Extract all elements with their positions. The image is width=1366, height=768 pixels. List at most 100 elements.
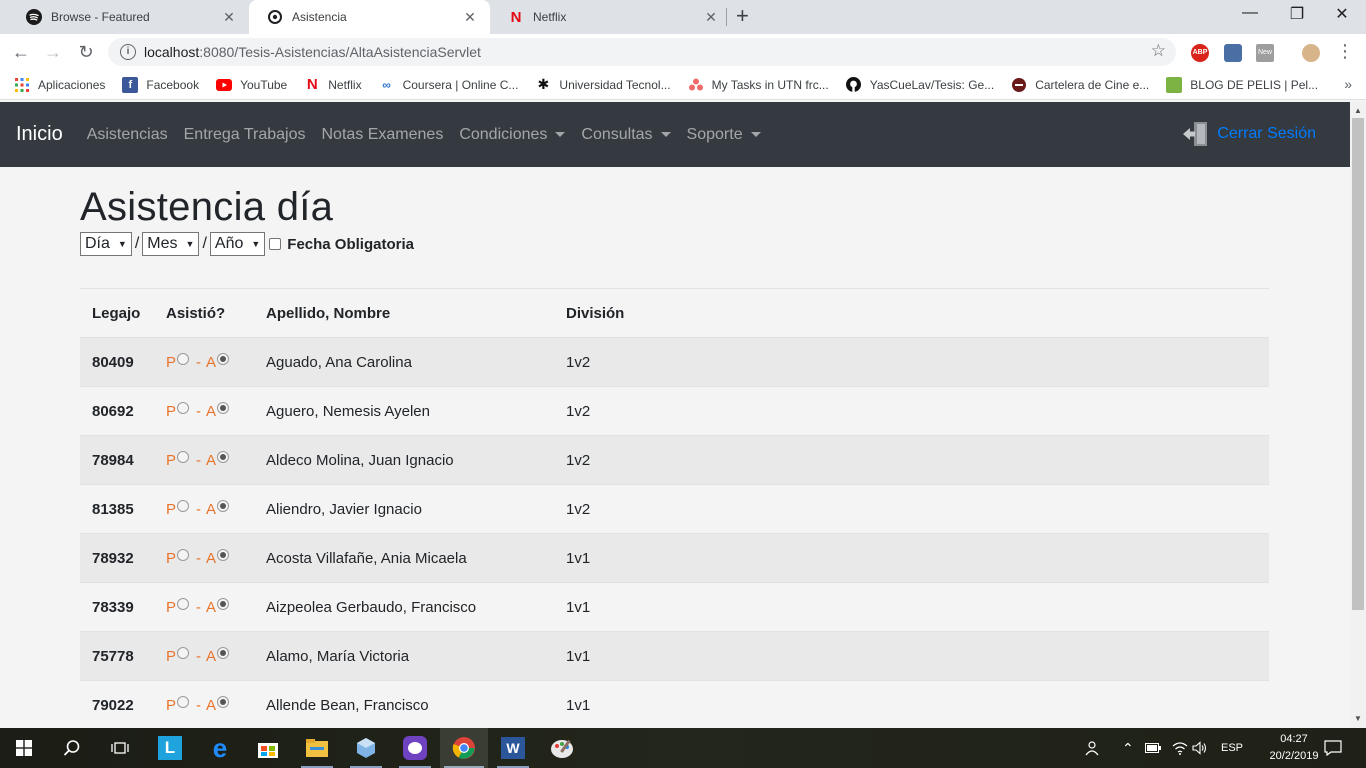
close-tab-icon[interactable]: ✕ [703, 9, 719, 26]
nav-consultas-dropdown[interactable]: Consultas [581, 126, 671, 144]
volume-icon[interactable] [1192, 728, 1208, 768]
info-icon[interactable]: i [120, 44, 136, 60]
year-select[interactable]: Año ▼ [209, 232, 266, 256]
browser-menu-icon[interactable]: ⋮ [1336, 42, 1354, 60]
dropdown-arrow-icon: ▼ [251, 239, 261, 249]
more-bookmarks-icon[interactable]: » [1344, 76, 1352, 92]
navbar-brand[interactable]: Inicio [16, 123, 63, 146]
table-row: 78932 P - A Acosta Villafañe, Ania Micaela 1v… [80, 534, 1269, 583]
address-bar[interactable]: i localhost:8080/Tesis-Asistencias/AltaA… [108, 38, 1176, 66]
fecha-obligatoria-label: Fecha Obligatoria [287, 235, 414, 253]
fecha-obligatoria-checkbox[interactable] [269, 238, 282, 250]
tab-netflix[interactable]: N Netflix ✕ [490, 0, 731, 34]
bookmark-star-icon[interactable]: ☆ [1151, 41, 1166, 61]
notifications-icon[interactable] [1324, 728, 1342, 768]
present-radio[interactable] [177, 500, 190, 512]
logout-link[interactable]: Cerrar Sesión [1181, 120, 1316, 148]
github-desktop-icon[interactable] [391, 728, 439, 768]
adblock-plus-icon[interactable]: ABP [1191, 44, 1209, 62]
tray-chevron-icon[interactable]: ⌃ [1122, 728, 1134, 768]
tab-browse-featured[interactable]: Browse - Featured ✕ [8, 0, 249, 34]
nav-entrega-trabajos[interactable]: Entrega Trabajos [184, 126, 306, 144]
present-radio[interactable] [177, 647, 190, 659]
bookmark-github[interactable]: YasCueLav/Tesis: Ge... [846, 77, 994, 93]
tab-asistencia[interactable]: Asistencia ✕ [249, 0, 490, 34]
absent-radio[interactable] [217, 451, 230, 463]
bookmark-netflix[interactable]: N Netflix [304, 76, 362, 93]
store-icon[interactable] [244, 728, 292, 768]
page-scrollbar[interactable]: ▲ ▼ [1350, 102, 1366, 728]
present-radio[interactable] [177, 402, 190, 414]
windows-start-icon[interactable] [0, 728, 48, 768]
present-radio[interactable] [177, 549, 190, 561]
scroll-up-icon[interactable]: ▲ [1354, 106, 1362, 115]
nav-label: Notas Examenes [321, 125, 444, 143]
close-tab-icon[interactable]: ✕ [221, 9, 237, 26]
bookmark-utn[interactable]: ✱ Universidad Tecnol... [535, 76, 671, 93]
search-icon[interactable] [48, 728, 96, 768]
division-cell: 1v1 [566, 696, 591, 714]
absent-radio[interactable] [217, 696, 230, 708]
launcher-l-icon[interactable]: L [146, 728, 194, 768]
bookmark-aplicaciones[interactable]: Aplicaciones [14, 77, 105, 93]
table-body: 80409 P - A Aguado, Ana Carolina 1v2 80692 P - A A… [80, 338, 1269, 728]
scroll-thumb[interactable] [1352, 118, 1364, 610]
asistio-cell: P -A [166, 598, 266, 616]
nombre-cell: Aliendro, Javier Ignacio [266, 500, 422, 518]
language-indicator[interactable]: ESP [1221, 728, 1243, 768]
absent-radio[interactable] [217, 402, 230, 414]
bookmark-facebook[interactable]: f Facebook [122, 76, 199, 93]
bookmark-youtube[interactable]: YouTube [216, 77, 287, 93]
back-arrow-icon[interactable]: ← [10, 41, 32, 63]
scroll-down-icon[interactable]: ▼ [1354, 714, 1362, 723]
profile-avatar-icon[interactable] [1302, 44, 1320, 62]
edge-icon[interactable]: e [196, 728, 244, 768]
clock[interactable]: 04:27 20/2/2019 [1262, 731, 1326, 765]
forward-arrow-icon[interactable]: → [42, 41, 64, 63]
present-radio[interactable] [177, 353, 190, 365]
nombre-cell: Aizpeolea Gerbaudo, Francisco [266, 598, 477, 616]
close-tab-icon[interactable]: ✕ [462, 9, 478, 26]
bookmark-blog-pelis[interactable]: BLOG DE PELIS | Pel... [1166, 76, 1318, 93]
radio-separator: - [196, 696, 202, 714]
paint-icon[interactable] [538, 728, 586, 768]
word-icon[interactable]: W [489, 728, 537, 768]
day-select[interactable]: Día ▼ [80, 232, 132, 256]
absent-radio[interactable] [217, 500, 230, 512]
reload-icon[interactable]: ↻ [75, 41, 97, 63]
extension-cube-icon[interactable] [1224, 44, 1242, 62]
month-select[interactable]: Mes ▼ [142, 232, 200, 256]
task-view-icon[interactable] [96, 728, 144, 768]
file-explorer-icon[interactable] [293, 728, 341, 768]
absent-radio[interactable] [217, 353, 230, 365]
bookmark-cartelera[interactable]: Cartelera de Cine e... [1011, 77, 1149, 93]
present-radio[interactable] [177, 451, 190, 463]
new-extension-icon[interactable]: New [1256, 44, 1274, 62]
legajo-cell: 81385 [92, 500, 134, 518]
url-host: localhost [144, 44, 200, 60]
absent-radio[interactable] [217, 598, 230, 610]
windows-taskbar: L e W ⌃ ESP 04:27 20/2/2019 [0, 728, 1366, 768]
nav-condiciones-dropdown[interactable]: Condiciones [459, 126, 566, 144]
present-radio[interactable] [177, 598, 190, 610]
nav-asistencias[interactable]: Asistencias [87, 126, 168, 144]
maximize-icon[interactable]: ❐ [1287, 4, 1307, 24]
virtualbox-icon[interactable] [342, 728, 390, 768]
nav-soporte-dropdown[interactable]: Soporte [687, 126, 761, 144]
bookmark-asana[interactable]: My Tasks in UTN frc... [688, 77, 829, 93]
minimize-icon[interactable]: — [1240, 4, 1260, 22]
utn-icon: ✱ [537, 76, 550, 92]
absent-radio[interactable] [217, 647, 230, 659]
wifi-icon[interactable] [1172, 728, 1188, 768]
nav-notas-examenes[interactable]: Notas Examenes [321, 126, 443, 144]
new-tab-icon[interactable]: + [736, 5, 749, 27]
bookmark-coursera[interactable]: ∞ Coursera | Online C... [379, 77, 518, 93]
close-window-icon[interactable]: ✕ [1332, 4, 1352, 24]
present-radio[interactable] [177, 696, 190, 708]
absent-radio[interactable] [217, 549, 230, 561]
chrome-icon[interactable] [440, 728, 488, 768]
battery-icon[interactable] [1145, 728, 1161, 768]
radio-separator: - [196, 402, 202, 420]
absent-label: A [206, 451, 217, 469]
people-icon[interactable] [1084, 728, 1100, 768]
